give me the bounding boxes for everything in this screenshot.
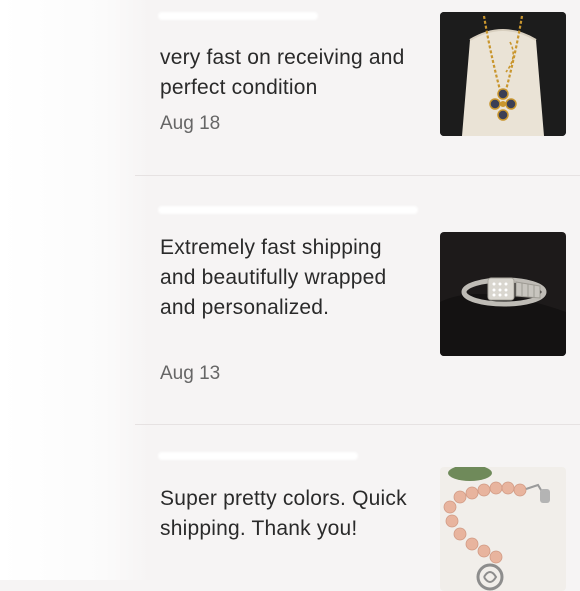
review-item[interactable]: Super pretty colors. Quick shipping. Tha… [0,425,580,591]
bracelet-photo-icon[interactable] [440,467,566,591]
ring-photo-icon[interactable] [440,232,566,356]
review-item[interactable]: Extremely fast shipping and beautifully … [0,176,580,422]
review-date: Aug 13 [160,363,221,384]
review-text: Super pretty colors. Quick shipping. Tha… [160,487,407,540]
review-date: Aug 18 [160,113,221,134]
necklace-photo-icon[interactable] [440,12,566,136]
review-text: Extremely fast shipping and beautifully … [160,236,387,319]
review-item[interactable]: very fast on receiving and perfect condi… [0,0,580,175]
review-text: very fast on receiving and perfect condi… [160,46,405,99]
